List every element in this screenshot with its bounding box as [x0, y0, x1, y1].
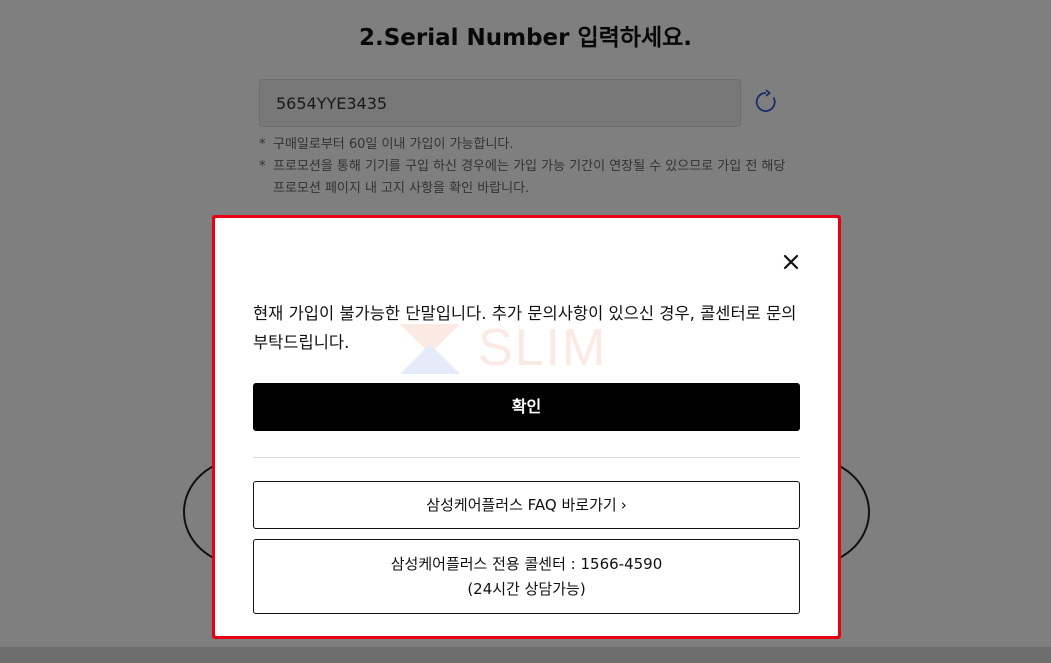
faq-link-button[interactable]: 삼성케어플러스 FAQ 바로가기 › [253, 481, 800, 529]
call-center-number: 삼성케어플러스 전용 콜센터 : 1566-4590 [390, 555, 663, 573]
chevron-right-icon: › [620, 496, 627, 514]
call-center-button[interactable]: 삼성케어플러스 전용 콜센터 : 1566-4590 (24시간 상담가능) [253, 539, 800, 614]
close-button[interactable] [777, 248, 805, 276]
divider [253, 457, 800, 458]
close-icon [783, 254, 799, 270]
confirm-button[interactable]: 확인 [253, 383, 800, 431]
faq-label: 삼성케어플러스 FAQ 바로가기 [426, 496, 617, 514]
alert-modal: SLIM 현재 가입이 불가능한 단말입니다. 추가 문의사항이 있으신 경우,… [215, 218, 838, 636]
call-center-hours: (24시간 상담가능) [467, 580, 586, 598]
modal-message: 현재 가입이 불가능한 단말입니다. 추가 문의사항이 있으신 경우, 콜센터로… [253, 304, 797, 352]
